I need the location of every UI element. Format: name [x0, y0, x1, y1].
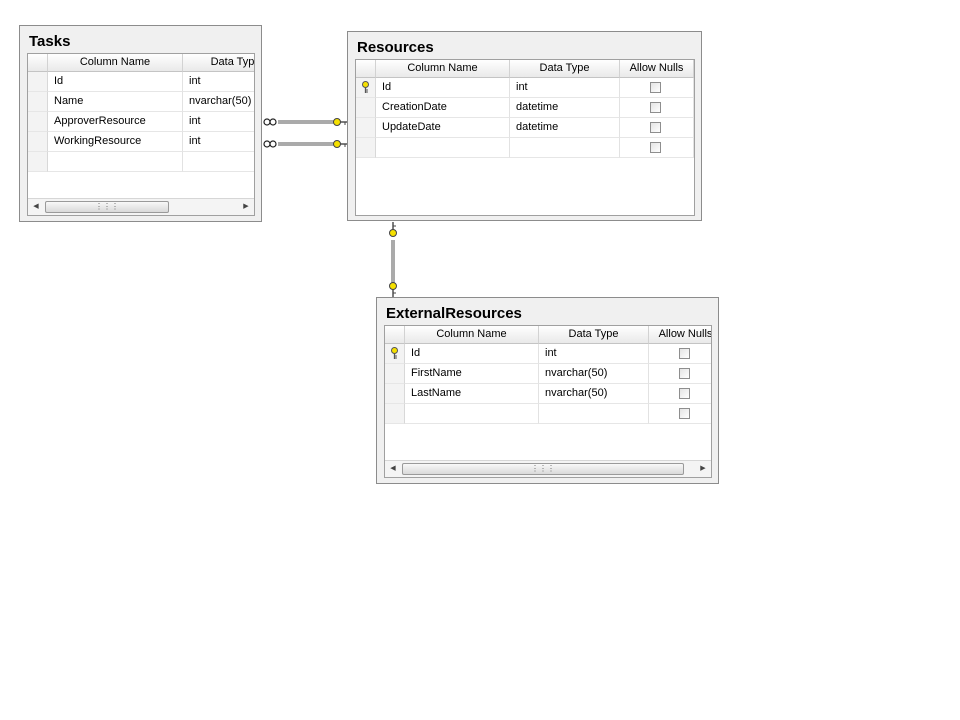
row-selector[interactable]: [385, 404, 405, 424]
allow-nulls-cell[interactable]: [649, 384, 711, 404]
row-selector[interactable]: [356, 138, 376, 158]
arrow-right-icon[interactable]: ▶: [238, 199, 254, 215]
column-name-cell[interactable]: ApproverResource: [48, 112, 183, 132]
allow-nulls-cell[interactable]: [620, 138, 694, 158]
table-title: Tasks: [29, 33, 71, 50]
header-allow-nulls[interactable]: Allow Nulls: [620, 60, 694, 78]
column-grid[interactable]: Column Name Data Type Allow Nulls Id int: [355, 59, 695, 216]
key-icon: [362, 81, 369, 93]
data-type-cell[interactable]: [510, 138, 620, 158]
one-end-key-icon: [333, 118, 348, 126]
allow-nulls-checkbox[interactable]: [650, 82, 661, 93]
row-selector[interactable]: [28, 92, 48, 112]
allow-nulls-cell[interactable]: [620, 118, 694, 138]
row-selector[interactable]: [356, 118, 376, 138]
data-type-cell[interactable]: [539, 404, 649, 424]
data-type-cell[interactable]: datetime: [510, 98, 620, 118]
scrollbar-thumb[interactable]: ⋮⋮⋮: [45, 201, 169, 213]
allow-nulls-checkbox[interactable]: [650, 142, 661, 153]
row-selector[interactable]: [356, 78, 376, 98]
data-type-cell[interactable]: int: [539, 344, 649, 364]
relationship-resources-external[interactable]: [389, 222, 397, 297]
column-name-cell[interactable]: [405, 404, 539, 424]
many-end-icon: [263, 118, 277, 126]
row-selector[interactable]: [28, 132, 48, 152]
relationship-working-resource[interactable]: [263, 140, 348, 148]
column-name-cell[interactable]: WorkingResource: [48, 132, 183, 152]
allow-nulls-checkbox[interactable]: [679, 408, 690, 419]
allow-nulls-cell[interactable]: [649, 404, 711, 424]
header-column-name[interactable]: Column Name: [405, 326, 539, 344]
header-data-type[interactable]: Data Typ: [183, 54, 254, 72]
row-selector[interactable]: [28, 112, 48, 132]
data-type-cell[interactable]: int: [183, 72, 254, 92]
allow-nulls-cell[interactable]: [649, 364, 711, 384]
data-type-cell[interactable]: datetime: [510, 118, 620, 138]
row-selector[interactable]: [28, 72, 48, 92]
column-name-cell[interactable]: Id: [376, 78, 510, 98]
row-selector[interactable]: [385, 384, 405, 404]
one-end-key-icon: [333, 140, 348, 148]
allow-nulls-checkbox[interactable]: [679, 348, 690, 359]
allow-nulls-cell[interactable]: [649, 344, 711, 364]
bottom-key-icon: [389, 282, 397, 297]
data-type-cell[interactable]: int: [183, 132, 254, 152]
table-tasks[interactable]: Tasks Column Name Data Typ Id int Name n…: [19, 25, 262, 222]
column-name-cell[interactable]: Id: [48, 72, 183, 92]
arrow-right-icon[interactable]: ▶: [695, 461, 711, 477]
arrow-left-icon[interactable]: ◀: [28, 199, 44, 215]
header-allow-nulls[interactable]: Allow Nulls: [649, 326, 711, 344]
relationship-approver-resource[interactable]: [263, 118, 348, 126]
column-name-cell[interactable]: [376, 138, 510, 158]
top-key-icon: [389, 222, 397, 237]
allow-nulls-cell[interactable]: [620, 98, 694, 118]
column-name-cell[interactable]: LastName: [405, 384, 539, 404]
column-name-cell[interactable]: Id: [405, 344, 539, 364]
column-name-cell[interactable]: FirstName: [405, 364, 539, 384]
column-name-cell[interactable]: CreationDate: [376, 98, 510, 118]
header-column-name[interactable]: Column Name: [48, 54, 183, 72]
row-selector[interactable]: [356, 98, 376, 118]
allow-nulls-checkbox[interactable]: [679, 388, 690, 399]
horizontal-scrollbar[interactable]: ◀ ⋮⋮⋮ ▶: [28, 198, 254, 215]
data-type-cell[interactable]: int: [510, 78, 620, 98]
column-name-cell[interactable]: UpdateDate: [376, 118, 510, 138]
data-type-cell[interactable]: nvarchar(50): [539, 384, 649, 404]
data-type-cell[interactable]: nvarchar(50): [539, 364, 649, 384]
row-selector[interactable]: [385, 344, 405, 364]
table-title: ExternalResources: [386, 305, 522, 322]
arrow-left-icon[interactable]: ◀: [385, 461, 401, 477]
row-selector[interactable]: [28, 152, 48, 172]
column-grid[interactable]: Column Name Data Typ Id int Name nvarcha…: [27, 53, 255, 216]
data-type-cell[interactable]: int: [183, 112, 254, 132]
data-type-cell[interactable]: [183, 152, 254, 172]
column-grid[interactable]: Column Name Data Type Allow Nulls Id int: [384, 325, 712, 478]
table-title: Resources: [357, 39, 434, 56]
row-selector[interactable]: [385, 364, 405, 384]
header-corner: [385, 326, 405, 344]
allow-nulls-cell[interactable]: [620, 78, 694, 98]
table-external-resources[interactable]: ExternalResources Column Name Data Type …: [376, 297, 719, 484]
column-name-cell[interactable]: Name: [48, 92, 183, 112]
many-end-icon: [263, 140, 277, 148]
scrollbar-thumb[interactable]: ⋮⋮⋮: [402, 463, 684, 475]
header-corner: [356, 60, 376, 78]
allow-nulls-checkbox[interactable]: [650, 122, 661, 133]
header-data-type[interactable]: Data Type: [539, 326, 649, 344]
horizontal-scrollbar[interactable]: ◀ ⋮⋮⋮ ▶: [385, 460, 711, 477]
allow-nulls-checkbox[interactable]: [650, 102, 661, 113]
table-resources[interactable]: Resources Column Name Data Type Allow Nu…: [347, 31, 702, 221]
column-name-cell[interactable]: [48, 152, 183, 172]
key-icon: [391, 347, 398, 359]
header-column-name[interactable]: Column Name: [376, 60, 510, 78]
header-corner: [28, 54, 48, 72]
data-type-cell[interactable]: nvarchar(50): [183, 92, 254, 112]
allow-nulls-checkbox[interactable]: [679, 368, 690, 379]
header-data-type[interactable]: Data Type: [510, 60, 620, 78]
